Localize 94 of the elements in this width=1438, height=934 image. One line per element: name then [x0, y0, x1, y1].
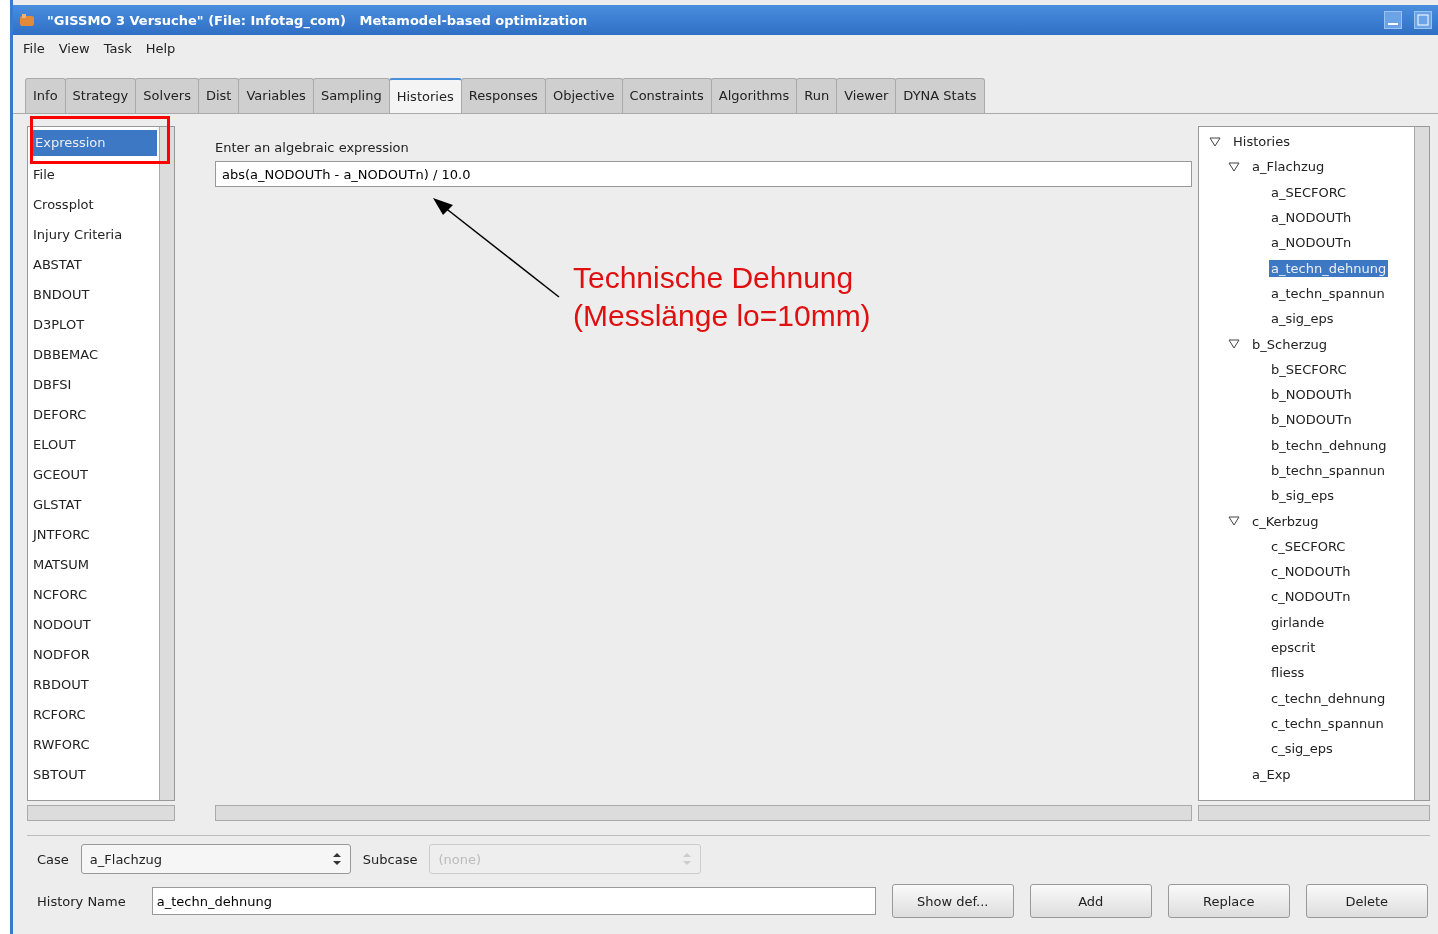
list-item[interactable]: Expression — [30, 130, 157, 156]
annotation-text: (Messlänge lo=10mm) — [573, 298, 871, 334]
expression-label: Enter an algebraic expression — [215, 140, 410, 155]
tree-item[interactable]: girlande — [1269, 613, 1327, 631]
expand-triangle-icon[interactable] — [1209, 136, 1221, 147]
tab[interactable]: Histories — [388, 78, 462, 113]
tab[interactable]: Viewer — [836, 78, 897, 113]
list-item[interactable]: Crossplot — [28, 190, 159, 220]
list-item[interactable]: GLSTAT — [28, 490, 159, 520]
annotation-text: Technische Dehnung — [573, 260, 855, 296]
list-item[interactable]: NODFOR — [28, 640, 159, 670]
tree-item[interactable]: a_NODOUTn — [1269, 234, 1354, 252]
tab[interactable]: Constraints — [621, 78, 712, 113]
tree-item[interactable]: b_sig_eps — [1269, 487, 1336, 505]
tree-item[interactable]: c_SECFORC — [1269, 537, 1348, 555]
tree-item[interactable]: c_Kerbzug — [1250, 512, 1321, 530]
expand-triangle-icon[interactable] — [1228, 516, 1240, 527]
expand-triangle-icon[interactable] — [1228, 339, 1240, 349]
tab[interactable]: Strategy — [64, 78, 137, 113]
tree-item[interactable]: b_SECFORC — [1269, 360, 1349, 378]
list-item[interactable]: GCEOUT — [28, 460, 159, 490]
list-item[interactable]: DBFSI — [28, 370, 159, 400]
horizontal-scrollbar[interactable] — [1198, 805, 1430, 821]
subcase-label: Subcase — [362, 851, 418, 867]
action-button[interactable]: Show def... — [891, 884, 1014, 918]
expression-field[interactable]: abs(a_NODOUTh - a_NODOUTn) / 10.0 — [215, 161, 1192, 187]
tab[interactable]: Run — [796, 78, 838, 113]
tree-item[interactable]: b_NODOUTh — [1269, 386, 1354, 404]
tree-item[interactable]: b_NODOUTn — [1269, 411, 1354, 429]
menu-item[interactable]: File — [23, 41, 45, 59]
tree-item[interactable]: c_sig_eps — [1269, 740, 1335, 758]
history-name-label: History Name — [37, 893, 126, 909]
history-name-field[interactable]: a_techn_dehnung — [151, 887, 876, 915]
tree-item[interactable]: a_techn_dehnung — [1269, 259, 1389, 277]
tree-item[interactable]: fliess — [1269, 664, 1307, 682]
expand-triangle-icon[interactable] — [1228, 161, 1240, 172]
tab[interactable]: DYNA Stats — [895, 78, 985, 113]
action-button[interactable]: Replace — [1167, 884, 1290, 918]
tab[interactable]: Info — [25, 78, 66, 113]
tree-item[interactable]: a_Exp — [1250, 765, 1293, 783]
list-item[interactable]: ELOUT — [28, 430, 159, 460]
horizontal-scrollbar[interactable] — [215, 805, 1192, 821]
list-item[interactable]: File — [28, 160, 159, 190]
list-item[interactable]: RCFORC — [28, 700, 159, 730]
tab[interactable]: Dist — [197, 78, 240, 113]
action-button[interactable]: Delete — [1305, 884, 1428, 918]
list-item[interactable]: RBDOUT — [28, 670, 159, 700]
list-item[interactable]: NODOUT — [28, 610, 159, 640]
tree-item[interactable]: epscrit — [1269, 639, 1318, 657]
tab[interactable]: Algorithms — [710, 78, 798, 113]
spinner-arrows-icon — [331, 852, 342, 866]
menu-item[interactable]: Task — [103, 41, 132, 59]
spinner-arrows-icon — [682, 852, 693, 866]
horizontal-scrollbar[interactable] — [27, 805, 175, 821]
tab[interactable]: Solvers — [135, 78, 199, 113]
maximize-icon[interactable] — [1414, 11, 1432, 29]
list-item[interactable]: DEFORC — [28, 400, 159, 430]
tree-item[interactable]: b_techn_spannun — [1269, 462, 1387, 479]
tree-item[interactable]: Histories — [1231, 133, 1292, 151]
tree-item[interactable]: c_NODOUTh — [1269, 563, 1353, 581]
tab[interactable]: Sampling — [312, 78, 390, 113]
vertical-scrollbar[interactable] — [159, 127, 174, 801]
tree-item[interactable]: b_techn_dehnung — [1269, 436, 1389, 454]
tree-item[interactable]: c_techn_dehnung — [1269, 689, 1388, 707]
tree-item[interactable]: a_Flachzug — [1250, 158, 1327, 176]
tree-item[interactable]: c_techn_spannun — [1269, 714, 1386, 732]
tab[interactable]: Objective — [544, 78, 623, 113]
list-item[interactable]: ABSTAT — [28, 250, 159, 280]
case-dropdown[interactable]: a_Flachzug — [80, 844, 351, 874]
list-item[interactable]: BNDOUT — [28, 280, 159, 310]
list-item[interactable]: JNTFORC — [28, 520, 159, 550]
vertical-scrollbar[interactable] — [1414, 127, 1429, 800]
case-label: Case — [37, 851, 69, 867]
minimize-icon[interactable] — [1384, 11, 1402, 29]
window-title: "GISSMO 3 Versuche" (File: Infotag_com) Metamodel-based optimization — [47, 12, 589, 28]
tree-item[interactable]: a_SECFORC — [1269, 183, 1349, 201]
list-item[interactable]: SBTOUT — [28, 760, 159, 790]
list-item[interactable]: Injury Criteria — [28, 220, 159, 250]
menu-item[interactable]: View — [58, 41, 90, 59]
list-item[interactable]: RWFORC — [28, 730, 159, 760]
tree-item[interactable]: a_sig_eps — [1269, 310, 1336, 328]
tree-item[interactable]: a_NODOUTh — [1269, 209, 1354, 227]
tab[interactable]: Responses — [460, 78, 546, 113]
app-icon — [19, 13, 35, 27]
tab[interactable]: Variables — [238, 78, 314, 113]
list-item[interactable]: MATSUM — [28, 550, 159, 580]
list-item[interactable]: D3PLOT — [28, 310, 159, 340]
tree-item[interactable]: a_techn_spannun — [1269, 284, 1387, 302]
list-item[interactable]: NCFORC — [28, 580, 159, 610]
list-item[interactable]: DBBEMAC — [28, 340, 159, 370]
tree-item[interactable]: b_Scherzug — [1250, 335, 1330, 353]
tree-item[interactable]: c_NODOUTn — [1269, 588, 1353, 606]
menu-item[interactable]: Help — [145, 41, 176, 59]
action-button[interactable]: Add — [1029, 884, 1152, 918]
